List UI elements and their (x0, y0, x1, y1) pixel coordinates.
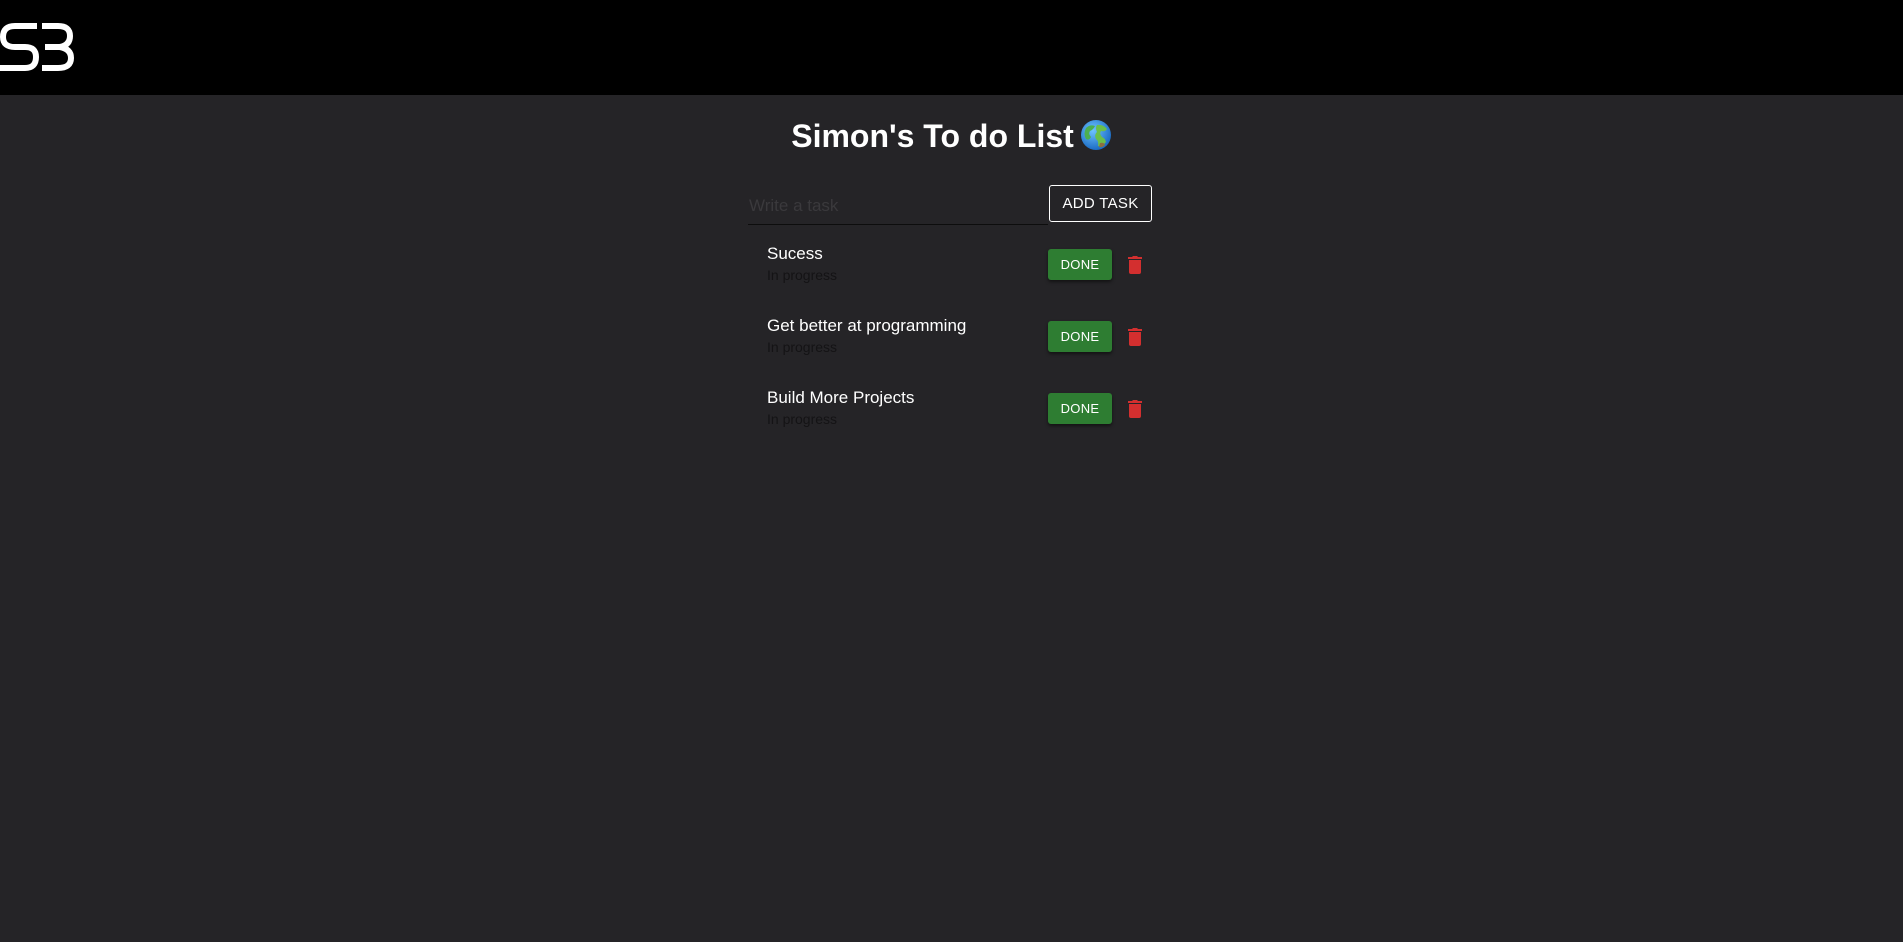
task-text: Sucess In progress (767, 243, 837, 285)
sb-logo-icon[interactable] (0, 22, 76, 72)
add-task-button[interactable]: ADD TASK (1049, 185, 1152, 222)
globe-icon (1080, 120, 1111, 150)
task-title: Get better at programming (767, 316, 967, 335)
task-list: Sucess In progress DONE Get better at pr… (748, 238, 1154, 454)
task-status: In progress (767, 267, 838, 283)
trash-icon (1128, 399, 1142, 418)
new-task-form: ADD TASK (748, 183, 1154, 227)
task-item: Build More Projects In progress DONE (748, 382, 1154, 454)
task-status: In progress (767, 339, 838, 355)
top-bar (0, 0, 1903, 95)
task-text: Build More Projects In progress (767, 387, 914, 429)
trash-icon (1128, 255, 1142, 274)
done-button[interactable]: DONE (1048, 321, 1112, 352)
task-input[interactable] (748, 191, 1048, 225)
delete-button[interactable] (1120, 321, 1150, 352)
task-item: Get better at programming In progress DO… (748, 310, 1154, 382)
trash-icon (1128, 327, 1142, 346)
done-button[interactable]: DONE (1048, 249, 1112, 280)
task-status: In progress (767, 411, 838, 427)
task-item: Sucess In progress DONE (748, 238, 1154, 310)
task-title: Sucess (767, 244, 823, 263)
task-title: Build More Projects (767, 388, 915, 407)
task-text: Get better at programming In progress (767, 315, 966, 357)
delete-button[interactable] (1120, 393, 1150, 424)
page-title: Simon's To do List (0, 116, 1903, 156)
delete-button[interactable] (1120, 249, 1150, 280)
page-title-text: Simon's To do List (791, 118, 1074, 154)
done-button[interactable]: DONE (1048, 393, 1112, 424)
